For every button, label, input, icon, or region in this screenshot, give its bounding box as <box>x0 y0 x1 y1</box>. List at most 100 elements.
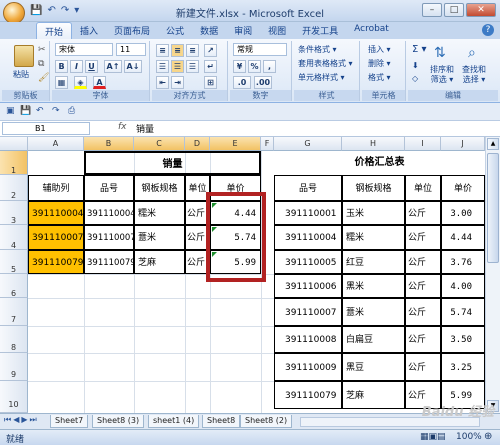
align-left-icon[interactable]: ☰ <box>156 60 169 73</box>
orientation-icon[interactable]: ↗ <box>204 44 217 57</box>
tab-view[interactable]: 视图 <box>260 22 294 39</box>
maximize-button[interactable]: □ <box>444 3 464 17</box>
right-header-price[interactable]: 单价 <box>441 175 485 201</box>
left-header-helper[interactable]: 辅助列 <box>28 175 84 201</box>
row-header-1[interactable]: 1 <box>0 151 28 175</box>
right-header-unit[interactable]: 单位 <box>405 175 441 201</box>
clear-icon[interactable]: ◇ <box>412 74 418 83</box>
row-header-9[interactable]: 9 <box>0 353 28 381</box>
column-header-h[interactable]: H <box>342 137 405 151</box>
cut-icon[interactable]: ✂ <box>38 45 46 55</box>
right-cell-item-no[interactable]: 391110079 <box>274 381 342 409</box>
sheet-tab[interactable]: Sheet7 <box>50 415 89 428</box>
right-cell-unit[interactable]: 公斤 <box>405 298 441 326</box>
tab-data[interactable]: 数据 <box>192 22 226 39</box>
right-cell-price[interactable]: 3.00 <box>441 201 485 225</box>
right-cell-unit[interactable]: 公斤 <box>405 326 441 353</box>
right-cell-item-no[interactable]: 391110001 <box>274 201 342 225</box>
insert-button[interactable]: 插入 ▾ <box>368 44 391 55</box>
align-right-icon[interactable]: ☰ <box>186 60 199 73</box>
tab-home[interactable]: 开始 <box>36 22 73 39</box>
row-header-6[interactable]: 6 <box>0 274 28 298</box>
tab-review[interactable]: 审阅 <box>226 22 260 39</box>
right-cell-price[interactable]: 4.44 <box>441 225 485 250</box>
left-cell-helper[interactable]: 391110007 <box>28 225 84 250</box>
minimize-button[interactable]: – <box>422 3 442 17</box>
sort-filter-button[interactable]: 排序和 筛选 ▾ <box>430 65 454 85</box>
right-cell-spec[interactable]: 白扁豆 <box>342 326 405 353</box>
format-painter-icon[interactable]: 🖌 <box>38 73 49 83</box>
left-cell-helper[interactable]: 391110004 <box>28 201 84 225</box>
select-all-corner[interactable] <box>0 137 28 151</box>
font-name-select[interactable]: 宋体 <box>55 43 113 56</box>
sheet-tab[interactable]: Sheet8 (2) <box>240 415 293 428</box>
save-small-icon[interactable]: 💾 <box>20 106 31 116</box>
font-size-select[interactable]: 11 <box>116 43 146 56</box>
right-cell-price[interactable]: 3.25 <box>441 353 485 381</box>
align-middle-icon[interactable]: ≡ <box>171 44 184 57</box>
conditional-format-button[interactable]: 条件格式 ▾ <box>298 44 337 55</box>
shrink-font-button[interactable]: A↓ <box>124 60 142 73</box>
sheet-tab[interactable]: Sheet8 <box>202 415 241 428</box>
column-header-d[interactable]: D <box>185 137 210 151</box>
sheet-tab[interactable]: sheet1 (4) <box>148 415 200 428</box>
comma-button[interactable]: , <box>263 60 276 73</box>
decrease-indent-icon[interactable]: ⇤ <box>156 76 169 89</box>
right-table-title[interactable]: 价格汇总表 <box>274 151 485 175</box>
right-cell-spec[interactable]: 红豆 <box>342 250 405 274</box>
fill-color-icon[interactable]: ◈ <box>74 76 87 89</box>
column-header-e[interactable]: E <box>210 137 261 151</box>
print-icon[interactable]: ⎙ <box>68 106 75 116</box>
right-cell-price[interactable]: 4.00 <box>441 274 485 298</box>
merge-center-icon[interactable]: ⊞ <box>204 76 217 89</box>
redo-icon[interactable]: ↷ <box>61 5 69 16</box>
view-buttons-icon[interactable]: ▦▣▤ <box>420 432 446 442</box>
left-cell-item-no[interactable]: 391110007 <box>84 225 134 250</box>
row-header-3[interactable]: 3 <box>0 201 28 225</box>
fill-icon[interactable]: ⬇ <box>412 61 419 70</box>
right-header-spec[interactable]: 钢板规格 <box>342 175 405 201</box>
right-cell-unit[interactable]: 公斤 <box>405 250 441 274</box>
column-header-a[interactable]: A <box>28 137 84 151</box>
scroll-thumb[interactable] <box>487 153 499 263</box>
format-as-table-button[interactable]: 套用表格格式 ▾ <box>298 58 353 69</box>
right-cell-price[interactable]: 3.50 <box>441 326 485 353</box>
number-format-select[interactable]: 常规 <box>233 43 287 56</box>
right-cell-spec[interactable]: 玉米 <box>342 201 405 225</box>
grow-font-button[interactable]: A↑ <box>104 60 122 73</box>
zoom-level[interactable]: 100% <box>456 432 482 442</box>
right-cell-item-no[interactable]: 391110008 <box>274 326 342 353</box>
decrease-decimal-icon[interactable]: .00 <box>254 76 272 89</box>
right-cell-spec[interactable]: 黑米 <box>342 274 405 298</box>
customize-qat-icon[interactable]: ▾ <box>74 5 79 16</box>
sheet-tab[interactable]: Sheet8 (3) <box>92 415 145 428</box>
format-button[interactable]: 格式 ▾ <box>368 72 391 83</box>
right-cell-unit[interactable]: 公斤 <box>405 274 441 298</box>
bold-button[interactable]: B <box>55 60 68 73</box>
right-cell-item-no[interactable]: 391110007 <box>274 298 342 326</box>
tab-formulas[interactable]: 公式 <box>158 22 192 39</box>
tab-developer[interactable]: 开发工具 <box>294 22 346 39</box>
left-table-title[interactable]: 销量 <box>84 151 261 175</box>
left-header-item-no[interactable]: 品号 <box>84 175 134 201</box>
cell-styles-button[interactable]: 单元格样式 ▾ <box>298 72 345 83</box>
underline-button[interactable]: U <box>85 60 98 73</box>
align-center-icon[interactable]: ☰ <box>171 60 184 73</box>
copy-icon[interactable]: ⧉ <box>38 59 44 69</box>
undo-icon[interactable]: ↶ <box>47 5 55 16</box>
right-cell-price[interactable]: 5.74 <box>441 298 485 326</box>
row-header-10[interactable]: 10 <box>0 381 28 413</box>
function-icon[interactable]: fx <box>118 122 127 132</box>
column-header-j[interactable]: J <box>441 137 485 151</box>
left-cell-spec[interactable]: 薏米 <box>134 225 185 250</box>
delete-button[interactable]: 删除 ▾ <box>368 58 391 69</box>
undo-small-icon[interactable]: ↶ <box>36 106 44 116</box>
right-cell-price[interactable]: 3.76 <box>441 250 485 274</box>
help-icon[interactable]: ? <box>482 24 494 36</box>
right-cell-item-no[interactable]: 391110005 <box>274 250 342 274</box>
percent-button[interactable]: % <box>248 60 261 73</box>
tab-insert[interactable]: 插入 <box>72 22 106 39</box>
paste-button[interactable]: 粘贴 <box>13 69 29 80</box>
redo-small-icon[interactable]: ↷ <box>52 106 60 116</box>
sheet-nav-icons[interactable]: ⏮◀▶⏭ <box>4 415 39 425</box>
